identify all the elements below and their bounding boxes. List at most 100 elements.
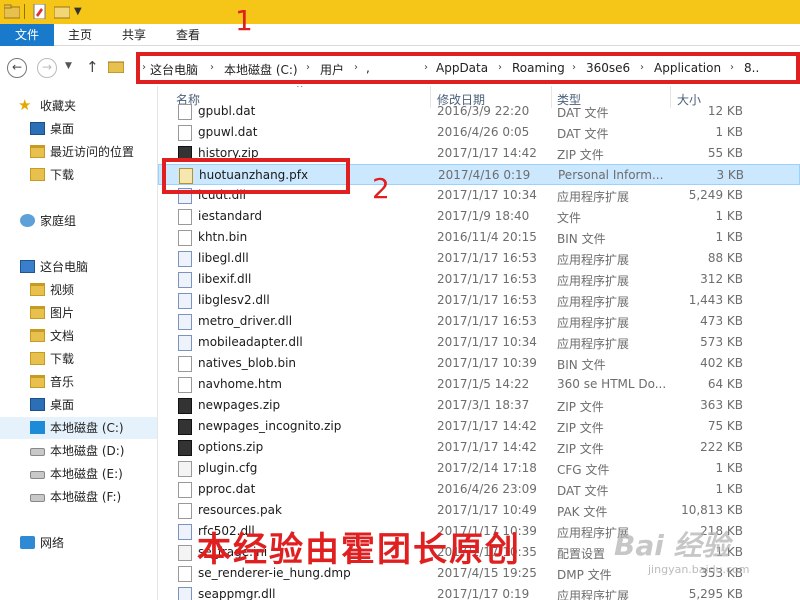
tab-home[interactable]: 主页 bbox=[58, 24, 102, 46]
file-row[interactable]: newpages_incognito.zip 2017/1/17 14:42 ZIP… bbox=[158, 416, 800, 437]
sidebar-item-label: 文档 bbox=[50, 329, 75, 343]
baidu-watermark-url: jingyan.baidu.com bbox=[648, 563, 750, 576]
sidebar-item-label: 本地磁盘 (D:) bbox=[50, 444, 125, 458]
file-name: metro_driver.dll bbox=[198, 314, 293, 328]
sidebar-item-desktop[interactable]: 桌面 bbox=[0, 118, 157, 140]
sidebar-item-favorites[interactable]: ★ 收藏夹 bbox=[0, 95, 157, 117]
file-size: 312 KB bbox=[700, 272, 743, 286]
sidebar-item-pictures[interactable]: 图片 bbox=[0, 302, 157, 324]
sidebar-item-homegroup[interactable]: 家庭组 bbox=[0, 210, 157, 232]
file-name: iestandard bbox=[198, 209, 262, 223]
file-row[interactable]: newpages.zip 2017/3/1 18:37 ZIP 文件 363 KB bbox=[158, 395, 800, 416]
sidebar-item-network[interactable]: 网络 bbox=[0, 532, 157, 554]
dll-file-icon bbox=[178, 272, 192, 288]
dll-file-icon bbox=[178, 251, 192, 267]
up-button[interactable]: ↑ bbox=[86, 58, 99, 76]
file-name: plugin.cfg bbox=[198, 461, 258, 475]
file-size: 10,813 KB bbox=[681, 503, 743, 517]
file-row[interactable]: iestandard 2017/1/9 18:40 文件 1 KB bbox=[158, 206, 800, 227]
windows-drive-icon bbox=[30, 421, 45, 434]
sidebar-item-downloads[interactable]: 下载 bbox=[0, 164, 157, 186]
file-row[interactable]: khtn.bin 2016/11/4 20:15 BIN 文件 1 KB bbox=[158, 227, 800, 248]
address-row: ← → ▼ ↑ › 这台电脑 › 本地磁盘 (C:) › 用户 › , › Ap… bbox=[0, 46, 800, 86]
properties-icon[interactable] bbox=[32, 4, 48, 19]
sidebar-item-documents[interactable]: 文档 bbox=[0, 325, 157, 347]
breadcrumb-item[interactable]: 本地磁盘 (C:) bbox=[224, 61, 298, 78]
chevron-right-icon: › bbox=[306, 62, 310, 73]
file-name: resources.pak bbox=[198, 503, 282, 517]
address-bar[interactable]: › 这台电脑 › 本地磁盘 (C:) › 用户 › , › AppData › … bbox=[136, 52, 800, 84]
file-type: 应用程序扩展 bbox=[557, 316, 630, 330]
breadcrumb-item[interactable]: , bbox=[366, 61, 370, 75]
author-watermark: 本经验由霍团长原创 bbox=[197, 530, 521, 570]
file-row[interactable]: libegl.dll 2017/1/17 16:53 应用程序扩展 88 KB bbox=[158, 248, 800, 269]
file-size: 1 KB bbox=[715, 461, 743, 475]
sidebar-item-downloads-pc[interactable]: 下载 bbox=[0, 348, 157, 370]
file-row[interactable]: plugin.cfg 2017/2/14 17:18 CFG 文件 1 KB bbox=[158, 458, 800, 479]
sidebar-item-label: 本地磁盘 (C:) bbox=[50, 421, 124, 435]
breadcrumb-item[interactable]: Roaming bbox=[512, 61, 565, 75]
file-row[interactable]: mobileadapter.dll 2017/1/17 10:34 应用程序扩展 57… bbox=[158, 332, 800, 353]
toolbar-divider bbox=[24, 4, 25, 19]
folder-icon bbox=[30, 306, 45, 319]
file-row[interactable]: seappmgr.dll 2017/1/17 0:19 应用程序扩展 5,295 KB bbox=[158, 584, 800, 600]
file-size: 473 KB bbox=[700, 314, 743, 328]
sidebar-item-desktop-pc[interactable]: 桌面 bbox=[0, 394, 157, 416]
doc-file-icon bbox=[178, 230, 192, 246]
file-row[interactable]: resources.pak 2017/1/17 10:49 PAK 文件 10,813… bbox=[158, 500, 800, 521]
file-row[interactable]: pproc.dat 2016/4/26 23:09 DAT 文件 1 KB bbox=[158, 479, 800, 500]
back-button[interactable]: ← bbox=[7, 58, 27, 78]
doc-file-icon bbox=[178, 104, 192, 120]
tab-view[interactable]: 查看 bbox=[166, 24, 210, 46]
breadcrumb-item[interactable]: 这台电脑 bbox=[150, 61, 198, 78]
doc-file-icon bbox=[178, 209, 192, 225]
sidebar-item-this-pc[interactable]: 这台电脑 bbox=[0, 256, 157, 278]
arrow-left-icon: ← bbox=[11, 60, 23, 74]
tab-share[interactable]: 共享 bbox=[112, 24, 156, 46]
folder-icon[interactable] bbox=[4, 4, 20, 19]
sidebar-item-drive-d[interactable]: 本地磁盘 (D:) bbox=[0, 440, 157, 462]
breadcrumb-item[interactable]: 8.. bbox=[744, 61, 759, 75]
annotation-number: 2 bbox=[372, 172, 390, 205]
sidebar-item-drive-e[interactable]: 本地磁盘 (E:) bbox=[0, 463, 157, 485]
file-row[interactable]: libglesv2.dll 2017/1/17 16:53 应用程序扩展 1,443 … bbox=[158, 290, 800, 311]
sidebar-item-recent[interactable]: 最近访问的位置 bbox=[0, 141, 157, 163]
new-folder-icon[interactable] bbox=[54, 4, 70, 19]
dll-file-icon bbox=[178, 335, 192, 351]
file-size: 3 KB bbox=[716, 168, 744, 182]
file-size: 55 KB bbox=[707, 146, 743, 160]
customize-toolbar-icon[interactable]: ▼ bbox=[74, 6, 90, 21]
breadcrumb-item[interactable]: 360se6 bbox=[586, 61, 630, 75]
file-row[interactable]: metro_driver.dll 2017/1/17 16:53 应用程序扩展 473… bbox=[158, 311, 800, 332]
file-row[interactable]: options.zip 2017/1/17 14:42 ZIP 文件 222 KB bbox=[158, 437, 800, 458]
breadcrumb-item[interactable]: AppData bbox=[436, 61, 488, 75]
star-icon: ★ bbox=[18, 96, 32, 114]
folder-icon bbox=[30, 375, 45, 388]
tab-file[interactable]: 文件 bbox=[0, 24, 54, 46]
sidebar-item-videos[interactable]: 视频 bbox=[0, 279, 157, 301]
file-row[interactable]: natives_blob.bin 2017/1/17 10:39 BIN 文件 402… bbox=[158, 353, 800, 374]
file-type: ZIP 文件 bbox=[557, 421, 604, 435]
file-row[interactable]: gpuwl.dat 2016/4/26 0:05 DAT 文件 1 KB bbox=[158, 122, 800, 143]
recent-locations-dropdown[interactable]: ▼ bbox=[65, 61, 72, 71]
sidebar-item-drive-c[interactable]: 本地磁盘 (C:) bbox=[0, 417, 157, 439]
file-name: libglesv2.dll bbox=[198, 293, 270, 307]
sidebar-item-label: 图片 bbox=[50, 306, 75, 320]
file-type: 360 se HTML Do... bbox=[557, 377, 667, 391]
file-type: 应用程序扩展 bbox=[557, 589, 630, 600]
zip-file-icon bbox=[178, 440, 192, 456]
file-row[interactable]: navhome.htm 2017/1/5 14:22 360 se HTML Do.… bbox=[158, 374, 800, 395]
file-row[interactable]: gpubl.dat 2016/3/9 22:20 DAT 文件 12 KB bbox=[158, 101, 800, 122]
sort-ascending-icon: ^ bbox=[296, 86, 304, 94]
file-date: 2016/4/26 23:09 bbox=[437, 482, 537, 496]
file-name: newpages.zip bbox=[198, 398, 281, 412]
ribbon-tabs: 文件 主页 共享 查看 bbox=[0, 24, 800, 46]
file-date: 2017/1/17 16:53 bbox=[437, 314, 537, 328]
file-row[interactable]: libexif.dll 2017/1/17 16:53 应用程序扩展 312 KB bbox=[158, 269, 800, 290]
sidebar-item-music[interactable]: 音乐 bbox=[0, 371, 157, 393]
file-type: PAK 文件 bbox=[557, 505, 608, 519]
sidebar-item-drive-f[interactable]: 本地磁盘 (F:) bbox=[0, 486, 157, 508]
forward-button[interactable]: → bbox=[37, 58, 57, 78]
breadcrumb-item[interactable]: Application bbox=[654, 61, 721, 75]
breadcrumb-item[interactable]: 用户 bbox=[320, 61, 344, 78]
